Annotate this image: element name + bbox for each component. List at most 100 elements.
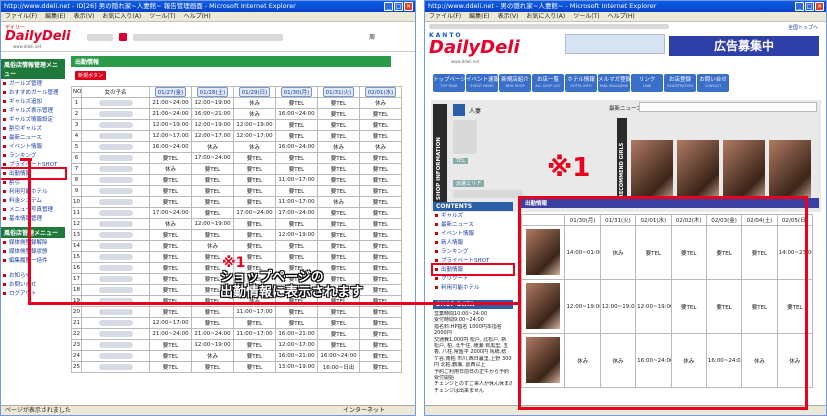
shift-cell[interactable]: 要TEL	[359, 328, 402, 340]
sidebar-item-recommend[interactable]: おすすめガール管理	[1, 88, 65, 97]
contents-item-gals[interactable]: ギャルズ	[433, 211, 513, 220]
shift-cell[interactable]: 要TEL	[149, 174, 192, 186]
sidebar-item-logout[interactable]: ログアウト	[1, 289, 65, 298]
menu-favorites[interactable]: お気に入り(A)	[102, 12, 141, 21]
menu-edit[interactable]: 編集(E)	[469, 12, 489, 21]
girl-name-cell[interactable]	[81, 273, 150, 285]
shift-cell[interactable]: 要TEL	[317, 108, 360, 120]
shift-cell[interactable]: 11:00~17:00	[275, 196, 318, 208]
sidebar-item-discount-gals[interactable]: 割引ギャルズ	[1, 124, 65, 133]
shift-cell[interactable]: 要TEL	[359, 251, 402, 263]
shift-cell[interactable]: 要TEL	[317, 174, 360, 186]
nav-button[interactable]: お店一覧 ALL SHOP LIST	[532, 74, 564, 92]
shift-cell[interactable]: 要TEL	[359, 284, 402, 296]
col-date[interactable]: 01/30(月)	[275, 86, 318, 98]
shift-cell[interactable]: 要TEL	[149, 240, 192, 252]
nav-button[interactable]: トップページ TOP PAGE	[433, 74, 466, 92]
shift-cell[interactable]: 休み	[191, 141, 234, 153]
sidebar-item-girls[interactable]: ガールズ管理	[1, 79, 65, 88]
menu-help[interactable]: ヘルプ(H)	[184, 12, 211, 21]
girl-name-cell[interactable]	[81, 317, 150, 329]
shift-cell[interactable]: 要TEL	[233, 185, 276, 197]
shift-cell[interactable]: 要TEL	[275, 163, 318, 175]
girl-name-cell[interactable]	[81, 185, 150, 197]
girl-name-cell[interactable]	[81, 119, 150, 131]
girl-name-cell[interactable]	[81, 97, 150, 109]
shift-cell[interactable]: 休み	[233, 108, 276, 120]
shift-cell[interactable]: 休み	[317, 196, 360, 208]
shift-cell[interactable]: 要TEL	[359, 317, 402, 329]
shift-cell[interactable]: 17:00~24:00	[149, 207, 192, 219]
contents-item-private-shot[interactable]: プライベートSHOT	[433, 256, 513, 265]
shift-cell[interactable]: 休み	[149, 218, 192, 230]
girl-name-cell[interactable]	[81, 284, 150, 296]
shift-cell[interactable]: 要TEL	[149, 273, 192, 285]
sidebar-item-edit-history[interactable]: 編集履歴一括件	[1, 256, 65, 265]
shift-cell[interactable]: 21:00~24:00	[191, 328, 234, 340]
sidebar-item-add-gals[interactable]: ギャルズ追加	[1, 97, 65, 106]
shift-cell[interactable]: 要TEL	[149, 361, 192, 373]
girl-name-cell[interactable]	[81, 163, 150, 175]
shift-cell[interactable]: 要TEL	[233, 218, 276, 230]
shift-cell[interactable]: 12:00~17:00	[233, 130, 276, 142]
girl-name-cell[interactable]	[81, 229, 150, 241]
shift-cell[interactable]: 要TEL	[149, 185, 192, 197]
sidebar-item-notices[interactable]: お知らせ	[1, 271, 65, 280]
nav-button[interactable]: ホテル情報 HOTEL INFO	[565, 74, 597, 92]
menu-view[interactable]: 表示(V)	[498, 12, 519, 21]
girl-name-cell[interactable]	[81, 196, 150, 208]
menu-file[interactable]: ファイル(F)	[5, 12, 37, 21]
shift-cell[interactable]: 12:00~17:00	[275, 339, 318, 351]
shift-cell[interactable]: 21:00~24:00	[149, 97, 192, 109]
shift-cell[interactable]: 休み	[359, 141, 402, 153]
shift-cell[interactable]: 要TEL	[233, 317, 276, 329]
sidebar-item-events[interactable]: イベント情報	[1, 142, 65, 151]
shift-cell[interactable]: 要TEL	[233, 361, 276, 373]
contents-item-ranking[interactable]: ランキング	[433, 247, 513, 256]
shift-cell[interactable]: 要TEL	[191, 163, 234, 175]
shift-cell[interactable]: 休み	[149, 163, 192, 175]
sidebar-item-attendance[interactable]: 出勤情報	[1, 167, 67, 180]
shift-cell[interactable]: 要TEL	[149, 350, 192, 362]
sidebar-item-discount[interactable]: 割引	[1, 178, 65, 187]
shift-cell[interactable]: 要TEL	[275, 218, 318, 230]
shift-cell[interactable]: 要TEL	[149, 196, 192, 208]
close-icon[interactable]: ×	[404, 2, 413, 11]
shift-cell[interactable]: 要TEL	[359, 339, 402, 351]
shift-cell[interactable]: 要TEL	[233, 196, 276, 208]
shift-cell[interactable]: 要TEL	[275, 130, 318, 142]
maximize-icon[interactable]: □	[805, 2, 814, 11]
sidebar-item-register-status[interactable]: 媒体側登録状態	[1, 247, 65, 256]
shift-cell[interactable]: 12:00~19:00	[149, 119, 192, 131]
shift-cell[interactable]: 要TEL	[317, 306, 360, 318]
shift-cell[interactable]: 16:00~日出	[317, 361, 360, 373]
shift-cell[interactable]: 16:00~24:00	[275, 108, 318, 120]
shift-cell[interactable]: 休み	[233, 141, 276, 153]
shift-cell[interactable]: 要TEL	[275, 97, 318, 109]
girl-name-cell[interactable]	[81, 130, 150, 142]
shift-cell[interactable]: 要TEL	[359, 350, 402, 362]
shift-cell[interactable]: 要TEL	[149, 306, 192, 318]
shift-cell[interactable]: 要TEL	[317, 130, 360, 142]
shift-cell[interactable]: 要TEL	[275, 240, 318, 252]
shift-cell[interactable]: 12:00~19:00	[191, 218, 234, 230]
shift-cell[interactable]: 要TEL	[149, 339, 192, 351]
shift-cell[interactable]: 要TEL	[359, 218, 402, 230]
shift-cell[interactable]: 要TEL	[317, 240, 360, 252]
shift-cell[interactable]: 12:00~19:00	[191, 339, 234, 351]
recommend-photo[interactable]	[631, 140, 673, 204]
shift-cell[interactable]: 要TEL	[359, 262, 402, 274]
contents-item-attendance[interactable]: 出勤情報	[431, 263, 515, 276]
shift-cell[interactable]: 要TEL	[149, 251, 192, 263]
girl-name-cell[interactable]	[81, 361, 150, 373]
menu-tools[interactable]: ツール(T)	[573, 12, 599, 21]
shift-cell[interactable]: 要TEL	[317, 339, 360, 351]
girl-name-cell[interactable]	[81, 251, 150, 263]
shift-cell[interactable]: 13:00~19:00	[275, 361, 318, 373]
shift-cell[interactable]: 要TEL	[191, 196, 234, 208]
contents-item-hotels[interactable]: 利用可能ホテル	[433, 283, 513, 292]
girl-name-cell[interactable]	[81, 328, 150, 340]
shift-cell[interactable]: 要TEL	[191, 306, 234, 318]
sidebar-item-unregister[interactable]: 媒体側登録解除	[1, 238, 65, 247]
col-date[interactable]: 02/01(水)	[359, 86, 402, 98]
